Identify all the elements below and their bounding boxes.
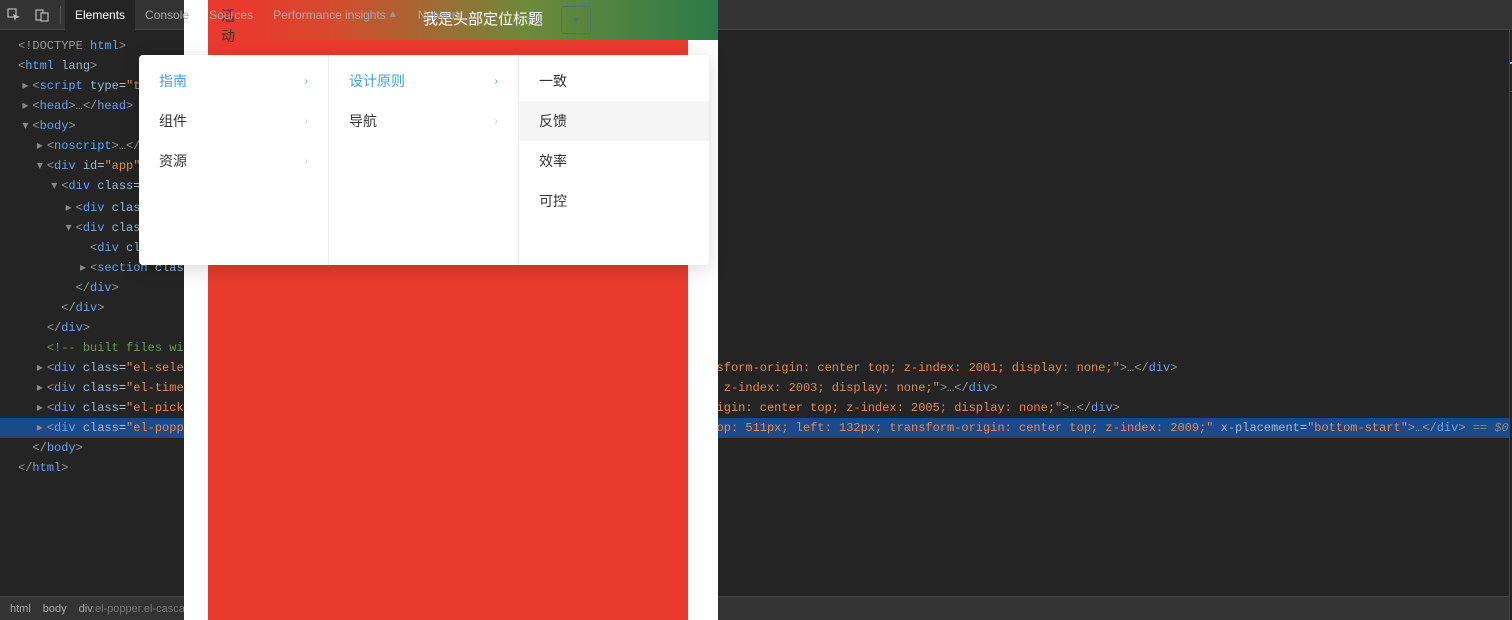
device-toggle-icon[interactable] [28, 1, 56, 29]
devtools-tabs: ElementsConsoleSourcesPerformance insigh… [65, 0, 472, 30]
cascader-item[interactable]: 一致 [519, 61, 709, 101]
devtools-tab[interactable]: Elements [65, 0, 135, 30]
devtools-tab[interactable]: Sources [199, 0, 263, 30]
devtools-tab[interactable]: Performance insights▲ [263, 0, 408, 30]
cascader-item[interactable]: 导航› [329, 101, 518, 141]
cascader-item[interactable]: 资源› [139, 141, 328, 181]
cascader-item[interactable]: 效率 [519, 141, 709, 181]
devtools-toolbar: ElementsConsoleSourcesPerformance insigh… [0, 0, 1512, 30]
cascader-col-3: 一致反馈效率可控 [519, 55, 709, 265]
cascader-item[interactable]: 反馈 [519, 101, 709, 141]
cascader-item[interactable]: 指南› [139, 61, 328, 101]
cascader-col-2: 设计原则›导航› [329, 55, 519, 265]
cascader-item[interactable]: 组件› [139, 101, 328, 141]
devtools-tab[interactable]: Console [135, 0, 199, 30]
cascader-dropdown: 指南›组件›资源› 设计原则›导航› 一致反馈效率可控 [139, 55, 709, 265]
cascader-item[interactable]: 设计原则› [329, 61, 518, 101]
cascader-item[interactable]: 可控 [519, 181, 709, 221]
inspect-element-icon[interactable] [0, 1, 28, 29]
dropdown-arrow-icon[interactable]: ▾ [561, 6, 591, 34]
crumb-item[interactable]: body [43, 603, 67, 615]
cascader-col-1: 指南›组件›资源› [139, 55, 329, 265]
crumb-item[interactable]: html [10, 603, 31, 615]
devtools-tab[interactable]: Network [408, 0, 472, 30]
